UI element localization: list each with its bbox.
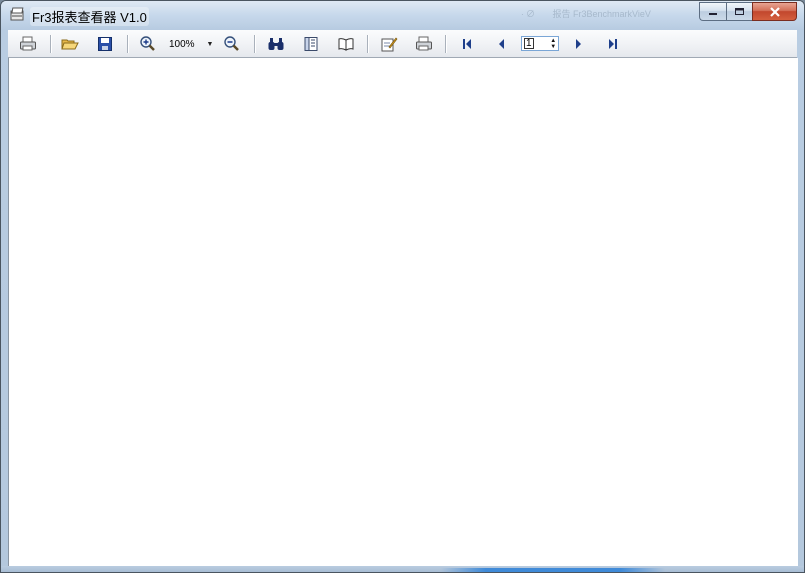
last-page-icon <box>609 39 617 49</box>
title-bar[interactable]: Fr3报表查看器 V1.0 ∙ ∅ 报告 Fr3BenchmarkVieV <box>1 1 804 30</box>
outline-icon <box>304 37 318 51</box>
print-preview-icon <box>416 36 432 51</box>
zoom-value: 100% <box>169 38 195 50</box>
find-button[interactable] <box>266 34 286 54</box>
caption-buttons <box>699 2 797 21</box>
window-bottom-border <box>1 566 804 572</box>
background-window-ghost-text: ∙ ∅ 报告 Fr3BenchmarkVieV <box>521 9 651 19</box>
save-button[interactable] <box>95 34 115 54</box>
open-button[interactable] <box>60 34 80 54</box>
report-preview-area[interactable] <box>8 58 798 566</box>
spinner-arrows-icon[interactable]: ▲ ▼ <box>549 38 558 50</box>
edit-icon <box>381 37 398 52</box>
app-window: Fr3报表查看器 V1.0 ∙ ∅ 报告 Fr3BenchmarkVieV 10… <box>0 0 805 573</box>
prev-page-icon <box>499 39 504 49</box>
maximize-button[interactable] <box>726 2 752 21</box>
outline-button[interactable] <box>301 34 321 54</box>
print-preview-button[interactable] <box>414 34 434 54</box>
print-button[interactable] <box>18 34 38 54</box>
taskbar-glow <box>441 568 665 572</box>
open-folder-icon <box>61 39 79 50</box>
zoom-in-button[interactable] <box>138 34 158 54</box>
page-number-field[interactable]: 1 <box>522 38 549 49</box>
toolbar: 100% ▼ 1 ▲ ▼ <box>8 30 797 58</box>
minimize-button[interactable] <box>699 2 726 21</box>
maximize-icon <box>735 8 744 15</box>
dropdown-arrow-icon[interactable]: ▼ <box>205 41 215 48</box>
toolbar-separator <box>50 35 51 53</box>
first-page-icon <box>463 39 471 49</box>
minimize-icon <box>709 12 717 15</box>
toolbar-separator <box>127 35 128 53</box>
bookmark-button[interactable] <box>336 34 356 54</box>
zoom-in-icon <box>140 36 155 51</box>
toolbar-separator <box>367 35 368 53</box>
prev-page-button[interactable] <box>491 34 511 54</box>
last-page-button[interactable] <box>603 34 623 54</box>
app-icon <box>10 7 24 21</box>
page-number-spinner[interactable]: 1 ▲ ▼ <box>521 36 559 51</box>
window-title: Fr3报表查看器 V1.0 <box>30 7 149 26</box>
save-icon <box>98 37 112 51</box>
close-icon <box>769 6 780 17</box>
find-icon <box>268 38 284 50</box>
next-page-button[interactable] <box>569 34 589 54</box>
zoom-out-button[interactable] <box>222 34 242 54</box>
edit-button[interactable] <box>379 34 399 54</box>
toolbar-separator <box>254 35 255 53</box>
zoom-combobox[interactable]: 100% ▼ <box>167 36 215 52</box>
book-icon <box>338 38 354 51</box>
next-page-icon <box>576 39 581 49</box>
first-page-button[interactable] <box>457 34 477 54</box>
toolbar-separator <box>445 35 446 53</box>
close-button[interactable] <box>752 2 797 21</box>
print-icon <box>20 36 36 51</box>
zoom-out-icon <box>224 36 239 51</box>
